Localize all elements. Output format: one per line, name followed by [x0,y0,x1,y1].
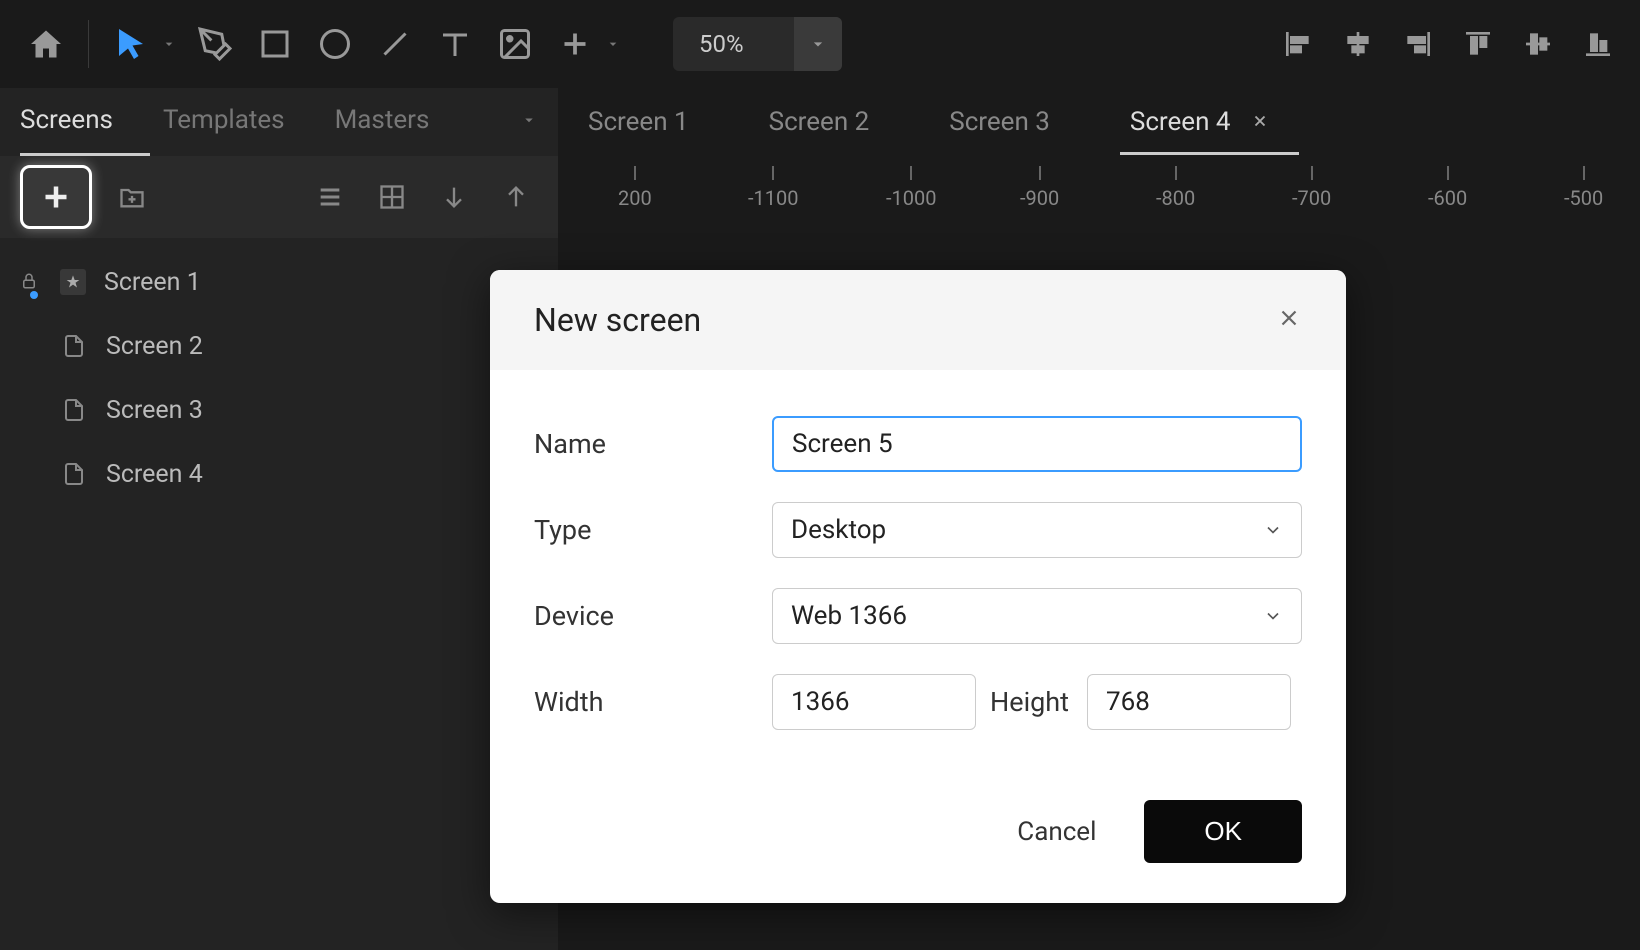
screen-item[interactable]: Screen 2 [0,314,558,378]
select-tool-icon[interactable] [105,18,157,70]
name-label: Name [534,428,772,460]
line-tool-icon[interactable] [369,18,421,70]
align-right-icon[interactable] [1396,22,1440,66]
align-bottom-icon[interactable] [1576,22,1620,66]
canvas-tab[interactable]: Screen 1 [588,107,689,137]
tab-masters[interactable]: Masters [335,105,430,139]
cancel-button[interactable]: Cancel [999,803,1114,861]
close-icon[interactable] [1276,305,1302,335]
type-select[interactable]: Desktop [772,502,1302,558]
screen-list: Screen 1 Screen 2 Screen 3 Screen 4 [0,238,558,518]
close-icon[interactable] [1251,107,1269,137]
select-tool-dropdown-icon[interactable] [161,36,181,52]
screen-item[interactable]: Screen 1 [0,250,558,314]
align-left-icon[interactable] [1276,22,1320,66]
align-center-v-icon[interactable] [1516,22,1560,66]
screen-item-label: Screen 3 [106,396,203,425]
lock-icon [20,268,42,297]
sort-down-icon[interactable] [432,175,476,219]
panel-toolbar [0,156,558,238]
width-input[interactable] [772,674,976,730]
canvas-tab[interactable]: Screen 2 [769,107,870,137]
dialog-footer: Cancel OK [490,780,1346,903]
list-view-icon[interactable] [308,175,352,219]
add-folder-icon[interactable] [110,175,154,219]
align-group [1276,22,1620,66]
width-label: Width [534,686,772,718]
canvas-tab[interactable]: Screen 4 [1130,107,1269,137]
screen-item[interactable]: Screen 3 [0,378,558,442]
dialog-body: Name Type Desktop Device Web 1366 Width … [490,370,1346,780]
tab-templates[interactable]: Templates [163,105,285,139]
new-screen-dialog: New screen Name Type Desktop Device Web … [490,270,1346,903]
sort-up-icon[interactable] [494,175,538,219]
align-top-icon[interactable] [1456,22,1500,66]
tab-screens[interactable]: Screens [20,105,113,139]
add-screen-button[interactable] [20,165,92,229]
zoom-value: 50% [673,30,794,58]
height-label: Height [990,686,1069,718]
ruler: 200 -1100 -1000 -900 -800 -700 -600 -500 [558,166,1640,216]
divider [88,20,89,68]
star-icon[interactable] [60,269,86,295]
panel-tabs-dropdown-icon[interactable] [520,111,538,133]
device-label: Device [534,600,772,632]
screen-item-label: Screen 1 [104,268,201,297]
name-input[interactable] [772,416,1302,472]
screen-item-label: Screen 2 [106,332,203,361]
zoom-control[interactable]: 50% [673,17,842,71]
pen-tool-icon[interactable] [189,18,241,70]
page-icon [60,460,88,488]
grid-view-icon[interactable] [370,175,414,219]
page-icon [60,332,88,360]
ellipse-tool-icon[interactable] [309,18,361,70]
screen-item[interactable]: Screen 4 [0,442,558,506]
zoom-dropdown-icon[interactable] [794,17,842,71]
ok-button[interactable]: OK [1144,800,1302,863]
home-icon[interactable] [20,18,72,70]
height-input[interactable] [1087,674,1291,730]
dialog-title: New screen [534,301,701,339]
status-dot [30,291,38,299]
device-select[interactable]: Web 1366 [772,588,1302,644]
align-center-h-icon[interactable] [1336,22,1380,66]
image-tool-icon[interactable] [489,18,541,70]
page-icon [60,396,88,424]
add-tool-dropdown-icon[interactable] [605,36,625,52]
type-label: Type [534,514,772,546]
text-tool-icon[interactable] [429,18,481,70]
rectangle-tool-icon[interactable] [249,18,301,70]
canvas-tab[interactable]: Screen 3 [949,107,1050,137]
panel-tabs: Screens Templates Masters [0,88,558,156]
canvas-tabs: Screen 1 Screen 2 Screen 3 Screen 4 [558,88,1640,156]
screen-item-label: Screen 4 [106,460,203,489]
top-toolbar: 50% [0,0,1640,88]
add-tool-icon[interactable] [549,18,601,70]
dialog-header: New screen [490,270,1346,370]
left-panel: Screens Templates Masters [0,88,558,950]
